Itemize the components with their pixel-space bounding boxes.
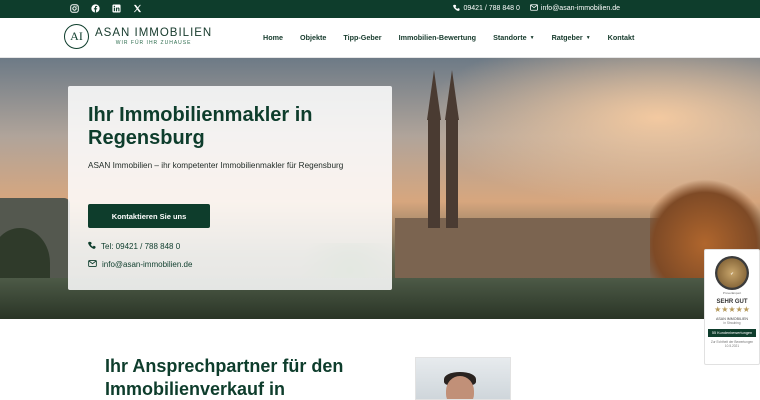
brand-name: ASAN IMMOBILIEN <box>95 27 213 39</box>
main-nav: Home Objekte Tipp-Geber Immobilien-Bewer… <box>263 33 651 42</box>
x-icon[interactable] <box>132 3 143 14</box>
rating-stars: ★★★★★ <box>714 305 750 314</box>
top-contact: 09421 / 788 848 0 info@asan-immobilien.d… <box>453 4 620 13</box>
top-bar: 09421 / 788 848 0 info@asan-immobilien.d… <box>0 0 760 18</box>
nav-item-objekte[interactable]: Objekte <box>300 33 326 42</box>
nav-item-ratgeber[interactable]: Ratgeber ▼ <box>552 33 591 42</box>
nav-item-tipp-geber[interactable]: Tipp-Geber <box>343 33 381 42</box>
badge-location: in Straubing <box>723 321 741 325</box>
instagram-icon[interactable] <box>69 3 80 14</box>
nav-item-standorte[interactable]: Standorte ▼ <box>493 33 535 42</box>
chevron-down-icon: ▼ <box>585 34 591 41</box>
linkedin-icon[interactable] <box>111 3 122 14</box>
hero-subtitle: ASAN Immobilien – ihr kompetenter Immobi… <box>88 161 344 170</box>
review-count: 55 Kundenbewertungen <box>708 329 756 337</box>
phone-icon <box>88 241 96 251</box>
brand-tagline: WIR FÜR IHR ZUHAUSE <box>115 40 192 46</box>
top-phone[interactable]: 09421 / 788 848 0 <box>453 4 520 13</box>
nav-item-home[interactable]: Home <box>263 33 283 42</box>
envelope-icon <box>88 260 97 269</box>
phone-icon <box>453 4 461 13</box>
logo-mark: AI <box>64 24 89 49</box>
nav-item-kontakt[interactable]: Kontakt <box>608 33 635 42</box>
top-email[interactable]: info@asan-immobilien.de <box>529 4 620 13</box>
hero-phone[interactable]: Tel: 09421 / 788 848 0 <box>88 241 180 251</box>
nav-item-immobilien-bewertung[interactable]: Immobilien-Bewertung <box>399 33 476 42</box>
provenexpert-seal: ✔ <box>715 256 749 290</box>
checkmark-icon: ✔ <box>730 270 734 276</box>
chevron-down-icon: ▼ <box>529 34 535 41</box>
hero-card: Ihr Immobilienmakler in Regensburg ASAN … <box>68 86 392 290</box>
social-links <box>69 3 143 14</box>
section-title: Ihr Ansprechpartner für den Immobilienve… <box>105 356 344 399</box>
hero-background-tower <box>428 118 440 228</box>
logo[interactable]: AI ASAN IMMOBILIEN WIR FÜR IHR ZUHAUSE <box>64 24 212 49</box>
seal-label: ProvenExpert <box>722 291 742 295</box>
envelope-icon <box>529 4 538 13</box>
hero-title: Ihr Immobilienmakler in Regensburg <box>88 104 313 150</box>
badge-date: 10.5.2021 <box>724 344 740 348</box>
site-header: AI ASAN IMMOBILIEN WIR FÜR IHR ZUHAUSE H… <box>0 18 760 58</box>
review-badge[interactable]: ✔ ProvenExpert SEHR GUT ★★★★★ ASAN IMMOB… <box>704 249 760 365</box>
facebook-icon[interactable] <box>90 3 101 14</box>
contact-button[interactable]: Kontaktieren Sie uns <box>88 204 210 228</box>
agent-portrait <box>415 357 511 400</box>
hero-email[interactable]: info@asan-immobilien.de <box>88 260 192 269</box>
